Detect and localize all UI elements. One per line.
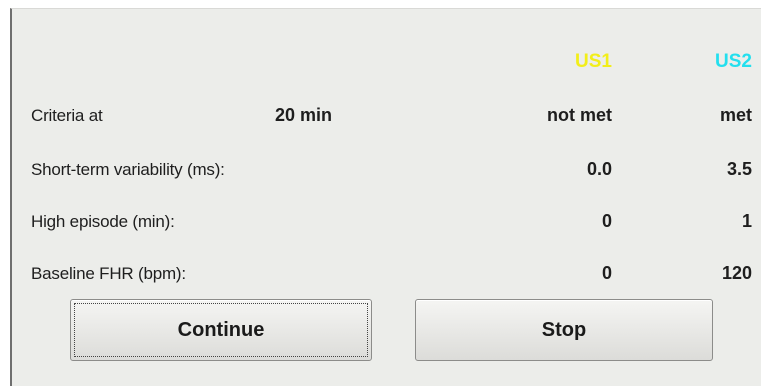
baseline-fhr-label: Baseline FHR (bpm): bbox=[31, 264, 186, 283]
short-term-variability-us1-value: 0.0 bbox=[586, 159, 612, 179]
baseline-fhr-us1-value: 0 bbox=[601, 263, 612, 283]
high-episode-us1-value: 0 bbox=[601, 211, 612, 231]
stop-button[interactable]: Stop bbox=[415, 299, 713, 361]
criteria-label: Criteria at bbox=[31, 106, 103, 125]
criteria-us2-value: met bbox=[719, 105, 752, 125]
baseline-fhr-us2-value: 120 bbox=[721, 263, 752, 283]
high-episode-label: High episode (min): bbox=[31, 212, 175, 231]
continue-button[interactable]: Continue bbox=[70, 299, 372, 361]
us2-column-header: US2 bbox=[715, 51, 752, 72]
criteria-dialog: US1 US2 Criteria at 20 min not met met S… bbox=[10, 8, 761, 386]
high-episode-us2-value: 1 bbox=[741, 211, 752, 231]
criteria-us1-value: not met bbox=[547, 105, 612, 125]
short-term-variability-us2-value: 3.5 bbox=[726, 159, 752, 179]
us1-column-header: US1 bbox=[575, 51, 612, 72]
criteria-time: 20 min bbox=[274, 105, 332, 125]
short-term-variability-label: Short-term variability (ms): bbox=[31, 160, 225, 179]
